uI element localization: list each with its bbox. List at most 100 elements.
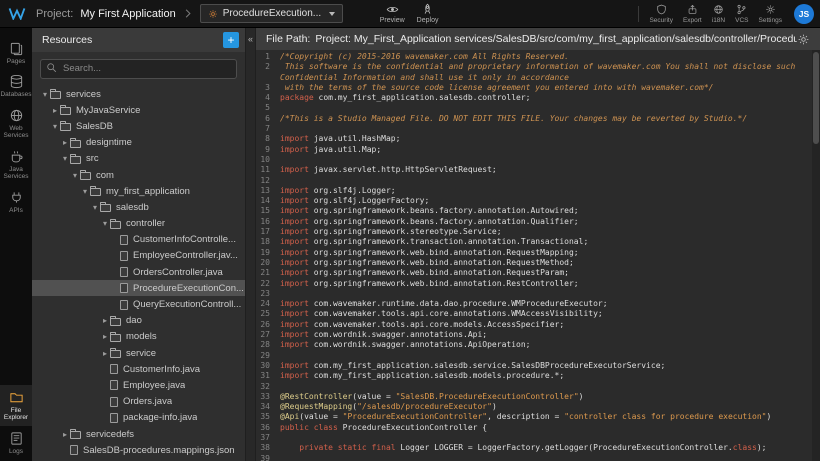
line-number: 10 [256, 155, 280, 165]
shield-icon [656, 4, 667, 15]
sidebar-item-pages[interactable]: Pages [0, 36, 32, 69]
folder-icon [70, 156, 81, 164]
tree-item-customerinfo-java[interactable]: CustomerInfo.java [32, 361, 245, 377]
code-line: 14import org.slf4j.LoggerFactory; [256, 196, 820, 206]
tree-item-package-info-java[interactable]: package-info.java [32, 410, 245, 426]
chevron-right-icon[interactable]: ▸ [100, 349, 110, 358]
code-line-text: import com.my_first_application.salesdb.… [280, 371, 820, 381]
tree-item-orders-java[interactable]: Orders.java [32, 394, 245, 410]
export-button[interactable]: Export [683, 4, 702, 24]
line-number: 35 [256, 412, 280, 422]
chevron-right-icon[interactable]: ▸ [100, 332, 110, 341]
panel-collapse-handle[interactable]: « [245, 28, 256, 461]
vcs-button[interactable]: VCS [735, 4, 748, 24]
code-line-text: This software is the confidential and pr… [280, 62, 820, 83]
sidebar-item-java-services[interactable]: Java Services [0, 144, 32, 185]
chevron-right-icon[interactable]: ▸ [60, 138, 70, 147]
tree-item-models[interactable]: ▸models [32, 329, 245, 345]
chevron-right-icon[interactable]: ▸ [100, 316, 110, 325]
pages-icon [9, 41, 24, 56]
tree-item-controller[interactable]: ▾controller [32, 216, 245, 232]
code-editor[interactable]: 1/*Copyright (c) 2015-2016 wavemaker.com… [256, 50, 820, 461]
tree-item-servicedefs[interactable]: ▸servicedefs [32, 426, 245, 442]
sidebar-item-apis[interactable]: APIs [0, 185, 32, 218]
tree-item-customerinfocontrolle[interactable]: CustomerInfoControlle... [32, 232, 245, 248]
tree-item-queryexecutioncontroll[interactable]: QueryExecutionControll... [32, 296, 245, 312]
wavemaker-logo-icon[interactable] [8, 7, 26, 20]
settings-button[interactable]: Settings [759, 4, 783, 24]
chevron-down-icon[interactable]: ▾ [50, 122, 60, 131]
preview-button[interactable]: Preview [380, 3, 405, 24]
code-line-text: with the terms of the source code licens… [280, 83, 820, 93]
deploy-button[interactable]: Deploy [417, 3, 439, 24]
chevron-down-icon[interactable]: ▾ [70, 171, 80, 180]
file-path-label: File Path: [266, 33, 310, 45]
tree-item-label: CustomerInfo.java [123, 364, 200, 375]
chevron-down-icon[interactable]: ▾ [100, 219, 110, 228]
top-bar: Project: My First Application ProcedureE… [0, 0, 820, 28]
sidebar-item-label: Pages [7, 58, 25, 65]
code-line: 26import com.wavemaker.tools.api.core.mo… [256, 320, 820, 330]
tree-item-procedureexecutioncon[interactable]: ProcedureExecutionCon... [32, 280, 245, 296]
resources-panel: Resources + ▾services▸MyJavaService▾Sale… [32, 28, 245, 461]
add-resource-button[interactable]: + [223, 32, 239, 48]
tree-item-employeecontroller-jav[interactable]: EmployeeController.jav... [32, 248, 245, 264]
chevron-right-icon[interactable]: ▸ [50, 106, 60, 115]
search-input[interactable] [40, 59, 237, 79]
chevron-down-icon[interactable]: ▾ [40, 90, 50, 99]
scrollbar-thumb[interactable] [813, 52, 819, 144]
folder-icon [80, 172, 91, 180]
tree-item-myjavaservice[interactable]: ▸MyJavaService [32, 102, 245, 118]
code-line-text: import org.springframework.web.bind.anno… [280, 258, 820, 268]
tree-item-my-first-application[interactable]: ▾ my_first_application [32, 183, 245, 199]
tree-item-salesdb[interactable]: ▾SalesDB [32, 118, 245, 134]
open-file-selector-dropdown[interactable]: ProcedureExecution... [200, 4, 343, 23]
code-line: 4package com.my_first_application.salesd… [256, 93, 820, 103]
code-line-text: public class ProcedureExecutionControlle… [280, 423, 820, 433]
tree-item-salesdb[interactable]: ▾salesdb [32, 199, 245, 215]
folder-icon [50, 91, 61, 99]
globe-icon [713, 4, 724, 15]
tree-item-employee-java[interactable]: Employee.java [32, 377, 245, 393]
tree-item-orderscontroller-java[interactable]: OrdersController.java [32, 264, 245, 280]
tree-item-services[interactable]: ▾services [32, 86, 245, 102]
tree-item-salesdb-procedures-mappings-json[interactable]: SalesDB-procedures.mappings.json [32, 442, 245, 458]
tree-item-designtime[interactable]: ▸designtime [32, 135, 245, 151]
collapse-left-icon[interactable]: « [246, 28, 255, 44]
line-number: 7 [256, 124, 280, 134]
line-number: 30 [256, 361, 280, 371]
sidebar-item-databases[interactable]: Databases [0, 69, 32, 102]
i18n-button[interactable]: i18N [712, 4, 725, 24]
topbar-center-actions: Preview Deploy [380, 3, 439, 24]
editor-scrollbar[interactable] [812, 50, 820, 461]
sidebar-item-label: APIs [9, 207, 23, 214]
sidebar-item-file-explorer[interactable]: File Explorer [0, 385, 32, 426]
chevron-down-icon[interactable]: ▾ [60, 154, 70, 163]
security-button[interactable]: Security [649, 4, 672, 24]
code-line: 39 [256, 454, 820, 461]
line-number: 38 [256, 443, 280, 453]
tree-item-com[interactable]: ▾com [32, 167, 245, 183]
branch-icon [736, 4, 747, 15]
export-icon [687, 4, 698, 15]
chevron-right-icon[interactable]: ▸ [60, 430, 70, 439]
chevron-down-icon[interactable]: ▾ [80, 187, 90, 196]
tree-item-dao[interactable]: ▸dao [32, 313, 245, 329]
user-avatar[interactable]: JS [794, 4, 814, 24]
tree-item-src[interactable]: ▾src [32, 151, 245, 167]
sidebar-item-label: Web Services [1, 125, 31, 140]
security-label: Security [649, 17, 672, 24]
code-line-text: import org.springframework.beans.factory… [280, 217, 820, 227]
file-explorer-icon [9, 390, 24, 405]
tree-item-service[interactable]: ▸service [32, 345, 245, 361]
chevron-down-icon[interactable]: ▾ [90, 203, 100, 212]
editor-settings-gear-icon[interactable] [797, 33, 810, 46]
tree-item-label: my_first_application [106, 186, 190, 197]
sidebar-item-logs[interactable]: Logs [0, 426, 32, 459]
line-number: 29 [256, 351, 280, 361]
export-label: Export [683, 17, 702, 24]
code-line-text: /*This is a Studio Managed File. DO NOT … [280, 114, 820, 124]
sidebar-item-label: Databases [0, 91, 31, 98]
code-line: 7 [256, 124, 820, 134]
sidebar-item-web-services[interactable]: Web Services [0, 103, 32, 144]
